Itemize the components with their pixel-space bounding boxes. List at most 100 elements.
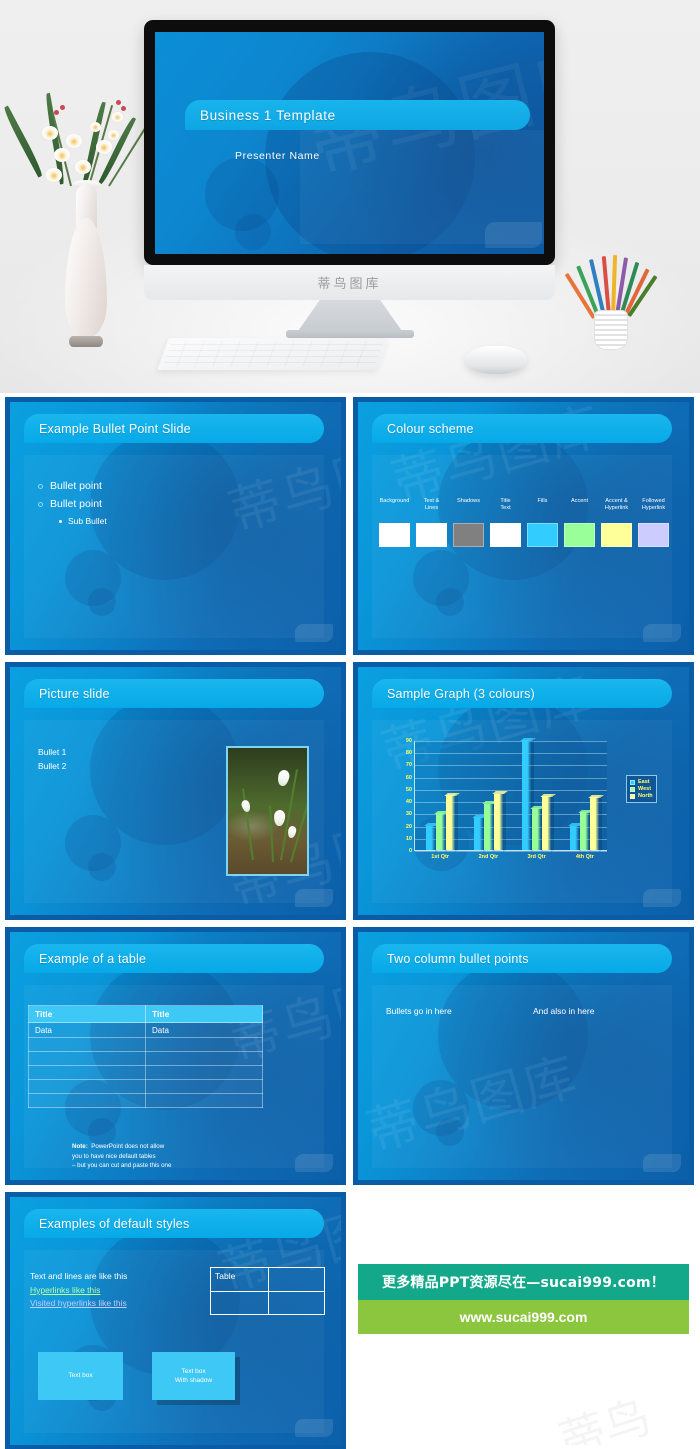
slide-sample-graph[interactable]: 蒂鸟图库 Sample Graph (3 colours) 0 10 20 30 40 5… (353, 662, 694, 920)
chart-bar (472, 814, 488, 853)
slide-two-column[interactable]: 蒂鸟图库 Two column bullet points Bullets go… (353, 927, 694, 1185)
slide-title-bar: Colour scheme (372, 414, 672, 443)
text-box-plain: Text box (38, 1352, 123, 1400)
sub-bullet-dot-icon (59, 519, 62, 523)
slide-title-bar: Two column bullet points (372, 944, 672, 973)
leaf-badge (295, 1419, 333, 1437)
slide-title-bar: Example Bullet Point Slide (24, 414, 324, 443)
visited-hyperlink-sample[interactable]: Visited hyperlinks like this (30, 1297, 127, 1311)
chart-legend-item: North (630, 793, 653, 799)
text-box-with-shadow: Text box With shadow (152, 1352, 235, 1400)
table-cell (28, 1093, 146, 1108)
swatch-label: Shadows (456, 498, 480, 504)
note-line-3: – but you can cut and paste this one (72, 1162, 172, 1170)
text-box-shadow-label-2: With shadow (174, 1377, 213, 1384)
slide-title-bar: Examples of default styles (24, 1209, 324, 1238)
ppt-template-preview-page: 蒂鸟图库 Business 1 Template Presenter Name … (0, 0, 700, 1449)
hyperlink-sample[interactable]: Hyperlinks like this (30, 1284, 127, 1298)
chart-bar (530, 805, 546, 853)
chart-bar (588, 794, 605, 853)
slide-title-text: Two column bullet points (387, 951, 529, 966)
slide-table-example[interactable]: 蒂鸟图库 Example of a table Title Title Data Da… (5, 927, 346, 1185)
advert-banner-top: 更多精品PPT资源尽在—sucai999.com！ (358, 1264, 689, 1300)
bullet-dot-icon (38, 501, 43, 507)
chart-legend-label: North (638, 793, 653, 799)
chart-y-tick-label: 60 (405, 774, 412, 781)
slide-colour-scheme[interactable]: 蒂鸟图库 Colour scheme Background Text & Line… (353, 397, 694, 655)
table-cell: Data (28, 1022, 146, 1038)
chart-gridline (415, 789, 607, 791)
cover-leaf-badge (485, 222, 542, 248)
picture-bullets: Bullet 1 Bullet 2 (38, 746, 66, 773)
swatch-label: Accent & Hyperlink (604, 498, 629, 511)
hero-cover-image: 蒂鸟图库 Business 1 Template Presenter Name … (0, 0, 700, 393)
chart-gridline (415, 765, 607, 767)
swatch-label-row: Background Text & Lines Shadows Title Text… (376, 498, 672, 512)
chart-bar (482, 801, 498, 853)
chart-x-tick-label: 4th Qtr (575, 854, 594, 860)
chart-y-tick-label: 70 (405, 762, 412, 769)
keyboard (157, 338, 389, 370)
slide-default-styles[interactable]: 蒂鸟图库 Examples of default styles Text and… (5, 1192, 346, 1449)
list-item: Bullet point (38, 498, 107, 510)
leaf-badge (295, 624, 333, 642)
chart-bar (540, 793, 556, 853)
table-row: Data Data (28, 1022, 263, 1038)
slide-advert-banner[interactable]: 蒂鸟 更多精品PPT资源尽在—sucai999.com！ www.sucai99… (353, 1192, 694, 1449)
note-line-2: you to have nice default tables (72, 1152, 156, 1160)
chart-bar (578, 809, 595, 853)
slide-title-text: Sample Graph (3 colours) (387, 686, 535, 701)
monitor-stand-base (286, 330, 414, 338)
swatch-label: Title Text (500, 498, 511, 511)
colour-swatch (453, 523, 484, 547)
colour-swatch (564, 523, 595, 547)
chart-y-tick-label: 20 (405, 823, 412, 830)
bullet-text: Bullet point (50, 498, 102, 510)
slide-picture[interactable]: 蒂鸟图库 Picture slide Bullet 1 Bullet 2 (5, 662, 346, 920)
chart-gridline (415, 753, 607, 755)
cover-title-bar: Business 1 Template (185, 100, 530, 130)
chart-x-tick-label: 1st Qtr (431, 854, 449, 860)
table-header-cell: Title (28, 1005, 146, 1023)
advert-banner-bottom[interactable]: www.sucai999.com (358, 1300, 689, 1334)
chart-gridline (415, 777, 607, 779)
chart-legend-item: East (630, 779, 653, 785)
sub-bullet-text: Sub Bullet (68, 516, 107, 526)
table-row (28, 1037, 263, 1052)
chart-gridline (415, 741, 607, 742)
slide-bullet-point[interactable]: 蒂鸟图库 Example Bullet Point Slide Bullet p… (5, 397, 346, 655)
colour-swatch (416, 523, 447, 547)
example-table: Title Title Data Data (28, 1005, 263, 1108)
chart-bar (520, 737, 536, 853)
chart-y-tick-label: 40 (405, 799, 412, 806)
colour-swatch (638, 523, 669, 547)
chart-y-tick-label: 90 (405, 738, 412, 744)
swatch-label: Fills (537, 498, 548, 504)
table-cell: Data (145, 1022, 263, 1038)
bullet-text: Bullet 1 (38, 747, 67, 757)
bullet-dot-icon (38, 483, 43, 489)
chart-legend: East West North (626, 775, 657, 803)
table-cell (28, 1051, 146, 1066)
cover-presenter-name: Presenter Name (235, 150, 320, 162)
chart-bar (423, 823, 440, 853)
colour-swatch (490, 523, 521, 547)
table-cell (145, 1093, 263, 1108)
slide-title-bar: Picture slide (24, 679, 324, 708)
table-row (28, 1079, 263, 1094)
table-cell (145, 1065, 263, 1080)
leaf-badge (643, 624, 681, 642)
monitor-chin: 蒂鸟图库 (144, 265, 555, 300)
leaf-badge (643, 1154, 681, 1172)
chart-bar-group: 3rd Qtr (520, 737, 556, 860)
swatch-label: Text & Lines (423, 498, 440, 511)
swatch-row (376, 523, 672, 547)
mouse (465, 346, 527, 374)
chart-legend-label: West (638, 786, 652, 792)
chart-plot-area: 0 10 20 30 40 50 60 70 80 90 1st Qtr 2nd Qtr 3rd Qtr… (406, 737, 607, 860)
flower-vase (1, 88, 152, 370)
advert-watermark: 蒂鸟 (550, 1380, 658, 1445)
leaf-badge (295, 889, 333, 907)
vase-foot (69, 336, 103, 347)
chart-bar (433, 810, 450, 853)
